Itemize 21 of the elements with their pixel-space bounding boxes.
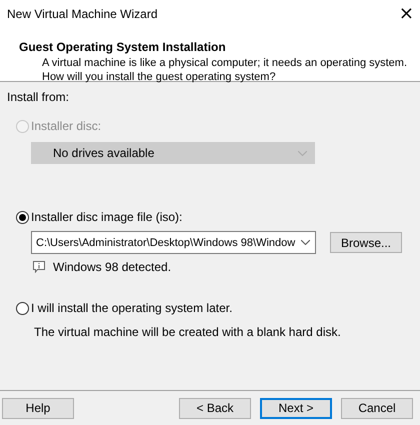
page-description: A virtual machine is like a physical computer; it needs an operating system. How will you install the guest operating system? — [42, 56, 408, 84]
caret-icon — [298, 150, 307, 156]
browse-button[interactable]: Browse... — [330, 232, 402, 253]
option-description: The virtual machine will be created with a blank hard disk. — [34, 325, 342, 339]
radio-label: Installer disc image file (iso): — [31, 210, 182, 224]
window-title: New Virtual Machine Wizard — [7, 7, 158, 21]
close-button[interactable]: × — [398, 5, 414, 23]
radio-label: Installer disc: — [31, 119, 102, 133]
wizard-button[interactable]: Cancel — [341, 398, 413, 418]
radio-label: I will install the operating system later. — [31, 301, 232, 315]
radio-button[interactable] — [16, 210, 29, 224]
iso-path-field[interactable]: C:\Users\Administrator\Desktop\Windows 98\Window — [31, 231, 316, 254]
info-icon — [33, 261, 45, 273]
radio-button[interactable] — [16, 302, 29, 314]
section-label: Install from: — [7, 90, 70, 104]
detection-note: Windows 98 detected. — [53, 260, 172, 274]
wizard-button[interactable]: Help — [2, 398, 74, 418]
page-heading: Guest Operating System Installation — [19, 40, 227, 54]
wizard-button[interactable]: < Back — [179, 398, 251, 418]
caret-icon — [301, 240, 310, 245]
wizard-button[interactable]: Next > — [260, 398, 332, 418]
